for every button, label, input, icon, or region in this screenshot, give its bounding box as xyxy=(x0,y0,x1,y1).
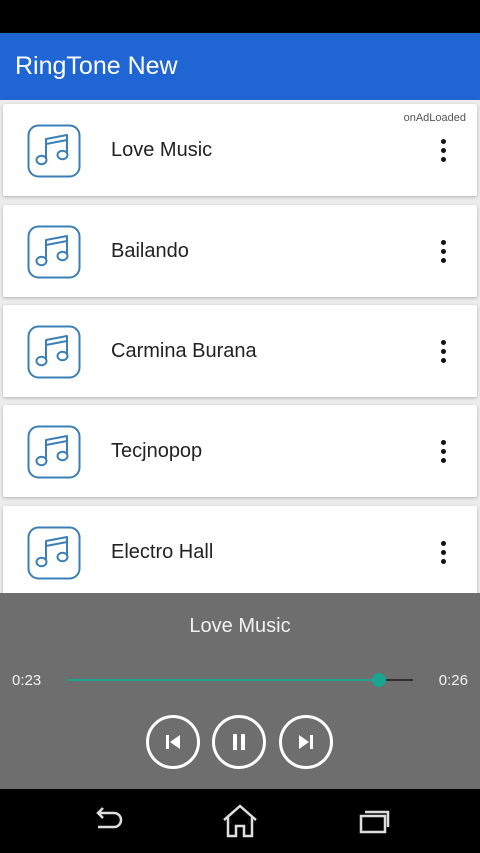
song-card[interactable]: Electro Hall xyxy=(3,506,477,593)
back-icon xyxy=(96,807,123,829)
system-nav-bar xyxy=(0,789,480,853)
seek-bar[interactable] xyxy=(67,673,413,687)
song-card[interactable]: Tecjnopop xyxy=(3,405,477,497)
duration-time: 0:26 xyxy=(438,672,468,689)
app-bar: RingTone New xyxy=(0,33,480,100)
song-title: Bailando xyxy=(111,240,189,262)
recents-icon xyxy=(359,810,390,834)
skip-previous-icon xyxy=(166,735,180,749)
now-playing-title: Love Music xyxy=(189,615,291,637)
music-note-icon xyxy=(27,124,81,178)
song-card[interactable]: onAdLoaded Love Music xyxy=(3,104,477,196)
pause-button[interactable] xyxy=(212,715,266,769)
previous-button[interactable] xyxy=(146,715,200,769)
home-icon xyxy=(223,804,257,838)
seek-thumb[interactable] xyxy=(372,673,387,687)
pause-icon xyxy=(233,734,245,750)
song-list: onAdLoaded Love Music Bailando Carmina B… xyxy=(0,100,480,593)
more-vert-icon[interactable] xyxy=(431,433,455,469)
ad-status-label: onAdLoaded xyxy=(403,112,466,124)
song-title: Tecjnopop xyxy=(111,440,203,462)
app-title: RingTone New xyxy=(15,52,178,80)
music-note-icon xyxy=(27,425,81,479)
song-card[interactable]: Bailando xyxy=(3,205,477,297)
music-note-icon xyxy=(27,526,81,580)
song-card[interactable]: Carmina Burana xyxy=(3,305,477,397)
song-title: Electro Hall xyxy=(111,541,214,563)
skip-next-icon xyxy=(299,735,313,749)
status-bar xyxy=(0,0,480,33)
song-title: Carmina Burana xyxy=(111,340,257,362)
next-button[interactable] xyxy=(279,715,333,769)
seek-progress xyxy=(67,679,380,681)
current-time: 0:23 xyxy=(12,672,42,689)
music-note-icon xyxy=(27,225,81,279)
more-vert-icon[interactable] xyxy=(431,233,455,269)
more-vert-icon[interactable] xyxy=(431,132,455,168)
more-vert-icon[interactable] xyxy=(431,333,455,369)
song-title: Love Music xyxy=(111,139,213,161)
more-vert-icon[interactable] xyxy=(431,534,455,570)
music-note-icon xyxy=(27,325,81,379)
recents-button[interactable] xyxy=(354,803,394,839)
back-button[interactable] xyxy=(87,803,127,839)
home-button[interactable] xyxy=(220,803,260,839)
player-panel: Love Music 0:23 0:26 xyxy=(0,593,480,789)
